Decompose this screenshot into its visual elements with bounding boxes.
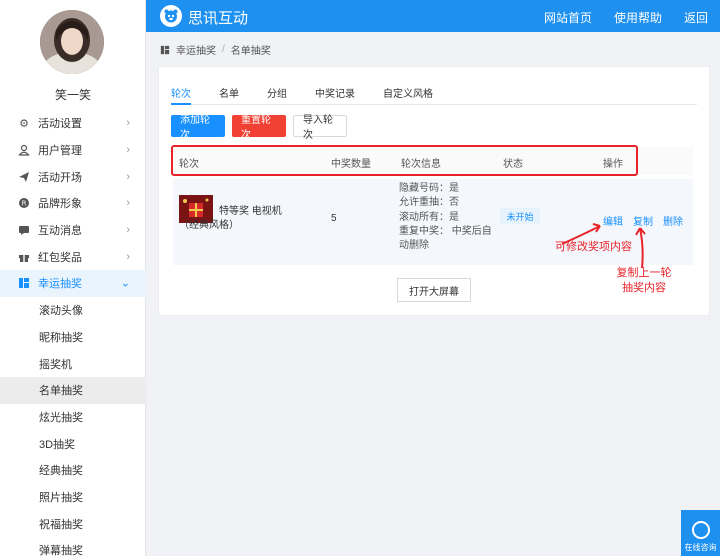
sidebar-item-activity-opening[interactable]: 活动开场 › — [0, 163, 146, 190]
annotation-line: 复制上一轮 — [616, 267, 672, 279]
chevron-right-icon: › — [126, 144, 130, 157]
info-line: 隐藏号码：是 — [399, 183, 459, 194]
sidebar-subitem-list-draw[interactable]: 名单抽奖 — [0, 376, 146, 404]
info-line: 重复中奖： 中奖后自动删除 — [399, 225, 497, 254]
prize-name: 特等奖 电视机（经典风格） — [179, 205, 319, 233]
subitem-label: 炫光抽奖 — [39, 411, 83, 424]
username: 笑一笑 — [54, 88, 91, 102]
avatar[interactable] — [40, 10, 104, 74]
sidebar-item-interactive-messages[interactable]: 互动消息 › — [0, 217, 146, 244]
delete-link[interactable]: 删除 — [663, 213, 683, 228]
nav-link-help[interactable]: 使用帮助 — [614, 9, 662, 26]
breadcrumb-separator: / — [222, 44, 225, 55]
tab-groups[interactable]: 分组 — [267, 83, 287, 105]
breadcrumb-parent[interactable]: 幸运抽奖 — [176, 42, 216, 57]
breadcrumb-current: 名单抽奖 — [230, 46, 271, 57]
tab-list[interactable]: 名单 — [219, 83, 239, 105]
toolbar: 添加轮次 重置轮次 导入轮次 — [171, 115, 347, 141]
copy-link[interactable]: 复制 — [633, 213, 653, 228]
annotation-line: 抽奖内容 — [622, 282, 666, 294]
header-highlight-box — [171, 145, 638, 176]
subitem-label: 摇奖机 — [39, 358, 72, 371]
sidebar-item-brand-image[interactable]: R 品牌形象 › — [0, 190, 146, 217]
chevron-down-icon: ⌄ — [120, 277, 130, 290]
brand-name: 思讯互动 — [188, 10, 249, 27]
sidebar-item-red-packet-prizes[interactable]: 红包奖品 › — [0, 243, 146, 270]
sidebar-item-label: 活动开场 — [38, 171, 82, 184]
sidebar-item-user-management[interactable]: 用户管理 › — [0, 137, 146, 164]
sidebar-item-label: 活动设置 — [38, 118, 82, 131]
tab-bar: 轮次 名单 分组 中奖记录 自定义风格 — [171, 83, 697, 105]
subitem-label: 昵称抽奖 — [39, 331, 83, 344]
add-round-button[interactable]: 添加轮次 — [171, 115, 225, 141]
subitem-label: 祝福抽奖 — [39, 518, 83, 531]
sidebar-item-label: 幸运抽奖 — [38, 278, 82, 291]
sidebar-item-label: 用户管理 — [38, 145, 82, 158]
breadcrumb: 幸运抽奖 / 名单抽奖 — [160, 42, 271, 57]
round-info: 隐藏号码：是 允许重抽：否 滚动所有：是 重复中奖： 中奖后自动删除 — [399, 182, 497, 253]
chevron-right-icon: › — [126, 170, 130, 183]
chevron-right-icon: › — [126, 197, 130, 210]
top-header: 思讯互动 网站首页 使用帮助 返回 — [146, 0, 720, 32]
user-group-icon — [18, 144, 30, 156]
winner-count: 5 — [331, 213, 337, 224]
svg-text:R: R — [22, 200, 27, 208]
sidebar-item-lucky-draw[interactable]: 幸运抽奖 ⌄ — [0, 270, 146, 297]
gear-icon: ⚙ — [19, 117, 29, 130]
registered-icon: R — [18, 197, 30, 209]
sidebar: 笑一笑 ⚙ 活动设置 › 用户管理 › 活动开场 › R 品牌形象 › 互动消息… — [0, 0, 146, 556]
nav-link-home[interactable]: 网站首页 — [544, 9, 592, 26]
tab-winning-records[interactable]: 中奖记录 — [315, 83, 355, 105]
subitem-label: 3D抽奖 — [39, 438, 76, 451]
sidebar-subitem-scrolling-avatar[interactable]: 滚动头像 — [0, 297, 146, 324]
open-big-screen-button[interactable]: 打开大屏幕 — [397, 278, 471, 302]
online-consult-label: 在线咨询 — [684, 543, 717, 552]
sidebar-nav: ⚙ 活动设置 › 用户管理 › 活动开场 › R 品牌形象 › 互动消息 › 红… — [0, 110, 146, 556]
gift-icon — [18, 251, 30, 263]
sidebar-subitem-nickname-draw[interactable]: 昵称抽奖 — [0, 324, 146, 351]
import-round-button[interactable]: 导入轮次 — [293, 115, 347, 141]
prize-name-text: 特等奖 电视机（经典风格） — [179, 206, 282, 231]
chevron-right-icon: › — [126, 250, 130, 263]
sidebar-subitem-danmaku-draw[interactable]: 弹幕抽奖 — [0, 537, 146, 556]
info-line: 允许重抽：否 — [399, 197, 459, 209]
tab-rounds[interactable]: 轮次 — [171, 83, 191, 105]
headset-icon — [691, 521, 710, 539]
chevron-right-icon: › — [126, 117, 130, 130]
sidebar-subitem-glow-draw[interactable]: 炫光抽奖 — [0, 404, 146, 431]
sidebar-item-label: 红包奖品 — [38, 251, 82, 264]
paper-plane-icon — [18, 171, 30, 183]
chat-bubble-icon — [18, 224, 30, 236]
sidebar-item-label: 互动消息 — [38, 225, 82, 238]
annotation-edit-note: 可修改奖项内容 — [555, 241, 632, 253]
sidebar-subitem-3d-draw[interactable]: 3D抽奖 — [0, 430, 146, 457]
lottery-icon — [160, 45, 170, 55]
sidebar-subitem-classic-draw[interactable]: 经典抽奖 — [0, 457, 146, 484]
subitem-label: 滚动头像 — [39, 305, 83, 318]
row-actions: 编辑 复制 删除 — [603, 213, 683, 228]
status-badge: 未开始 — [500, 208, 540, 224]
sidebar-subitem-blessing-draw[interactable]: 祝福抽奖 — [0, 510, 146, 537]
chevron-right-icon: › — [126, 224, 130, 237]
sidebar-item-activity-settings[interactable]: ⚙ 活动设置 › — [0, 110, 146, 137]
nav-link-back[interactable]: 返回 — [684, 9, 708, 26]
info-line-part: 重复中奖： — [399, 225, 449, 237]
sidebar-subitem-lottery-machine[interactable]: 摇奖机 — [0, 350, 146, 377]
tab-custom-style[interactable]: 自定义风格 — [383, 83, 433, 105]
info-line: 滚动所有：是 — [399, 211, 459, 223]
subitem-label: 弹幕抽奖 — [39, 545, 83, 556]
reset-round-button[interactable]: 重置轮次 — [232, 115, 286, 141]
brand-logo-icon[interactable] — [160, 5, 182, 27]
subitem-label: 照片抽奖 — [39, 491, 83, 504]
edit-link[interactable]: 编辑 — [603, 213, 623, 228]
annotation-copy-note: 复制上一轮 抽奖内容 — [614, 266, 674, 296]
header-nav: 网站首页 使用帮助 返回 — [544, 9, 708, 26]
online-consult-button[interactable]: 在线咨询 — [681, 510, 720, 556]
sidebar-item-label: 品牌形象 — [38, 198, 82, 211]
subitem-label: 经典抽奖 — [39, 465, 83, 478]
lottery-icon — [18, 277, 30, 289]
subitem-label: 名单抽奖 — [39, 385, 83, 398]
sidebar-subitem-photo-draw[interactable]: 照片抽奖 — [0, 484, 146, 511]
